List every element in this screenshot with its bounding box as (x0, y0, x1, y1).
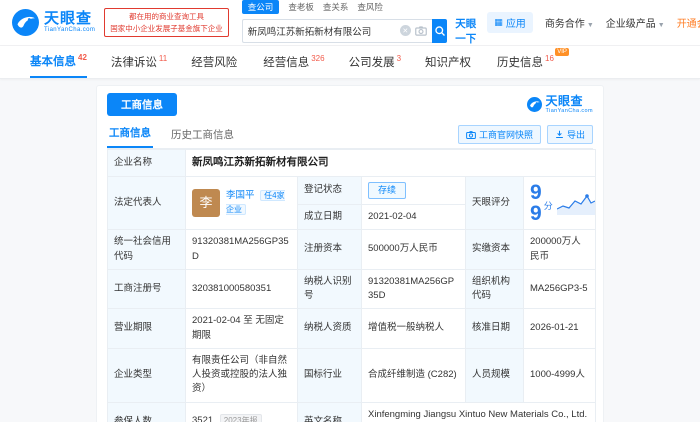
business-info-table: 企业名称 新凤鸣江苏新拓新材有限公司 法定代表人 李 李国平 任4家企业 登记状… (107, 149, 597, 422)
staff-size: 1000-4999人 (522, 347, 597, 403)
search-tab-boss[interactable]: 查老板 (288, 1, 314, 13)
business-term: 2021-02-04 至 无固定期限 (185, 308, 298, 349)
search-tabs: 查公司 查老板 查关系 查风险 (241, 0, 479, 14)
search-box: ✕ (241, 18, 432, 43)
tab-basic-info[interactable]: 基本信息 42 (30, 46, 87, 78)
logo-text: 天眼查 (44, 9, 93, 27)
reg-capital-label: 注册资本 (297, 229, 362, 270)
business-term-label: 营业期限 (107, 308, 186, 349)
tab-legal-proceedings[interactable]: 法律诉讼 11 (111, 46, 167, 78)
staff-size-label: 人员规模 (465, 347, 524, 403)
credit-code: 91320381MA256GP35D (185, 229, 298, 270)
tab-history-business-info[interactable]: 历史工商信息 (169, 124, 236, 148)
brand-slogan: 都在用的商业查询工具 国家中小企业发展子基金旗下企业 (104, 8, 229, 37)
tab-business-info[interactable]: 工商信息 (107, 122, 153, 148)
table-row: 参保人数 3521 2023年报 英文名称 Xinfengming Jiangs… (107, 401, 597, 422)
reg-number: 320381000580351 (185, 268, 298, 310)
vip-badge: VIP (555, 48, 569, 57)
paid-capital-label: 实缴资本 (465, 229, 524, 270)
score-label: 天眼评分 (465, 175, 524, 231)
table-row: 企业名称 新凤鸣江苏新拓新材有限公司 (107, 149, 597, 177)
established-date: 2021-02-04 (361, 204, 466, 231)
menu-enterprise-products[interactable]: 企业级产品 ▼ (606, 15, 665, 30)
tab-intellectual-property[interactable]: 知识产权 (425, 46, 473, 78)
company-name: 新凤鸣江苏新拓新材有限公司 (192, 156, 329, 168)
download-icon (556, 130, 563, 138)
industry-label: 国标行业 (297, 347, 362, 403)
clear-icon[interactable]: ✕ (399, 25, 411, 36)
approval-date-label: 核准日期 (465, 308, 524, 349)
official-snapshot-button[interactable]: 工商官网快照 (457, 125, 541, 144)
search-tab-risk[interactable]: 查风险 (357, 1, 383, 13)
paid-capital: 200000万人民币 (522, 229, 597, 270)
apps-grid-icon: ▦ (494, 17, 503, 27)
status-label: 登记状态 (297, 175, 362, 206)
menu-open-vip[interactable]: 开通会员▼ (677, 15, 700, 30)
search-input[interactable] (247, 25, 396, 36)
chevron-down-icon: ▼ (586, 22, 594, 29)
logo-domain: TianYanCha.com (44, 27, 96, 34)
table-row: 法定代表人 李 李国平 任4家企业 登记状态 存续 天眼评分 99 分 (107, 175, 597, 231)
logo-bird-icon (12, 9, 39, 36)
english-name-label: 英文名称 (297, 401, 362, 422)
status-badge: 存续 (368, 181, 407, 200)
taxpayer-quali: 增值税一般纳税人 (361, 308, 466, 349)
search-icon (434, 25, 445, 36)
legal-rep-link[interactable]: 李国平 (226, 190, 255, 201)
card-watermark-logo: 天眼查 TianYanCha.com (526, 94, 593, 114)
tab-operating-info[interactable]: 经营信息 326 (263, 46, 324, 78)
tianyan-search-link[interactable]: 天眼一下 (455, 16, 478, 46)
header-search: 查公司 查老板 查关系 查风险 ✕ 天眼一下 (241, 0, 479, 46)
table-row: 营业期限 2021-02-04 至 无固定期限 纳税人资质 增值税一般纳税人 核… (107, 308, 597, 349)
taxpayer-id-label: 纳税人识别号 (297, 268, 362, 310)
tianyan-score[interactable]: 99 分 (530, 182, 595, 224)
tab-company-development[interactable]: 公司发展 3 (349, 46, 401, 78)
taxpayer-id: 91320381MA256GP35D (361, 268, 466, 310)
menu-business-cooperation[interactable]: 商务合作 ▼ (545, 15, 594, 30)
search-button[interactable] (431, 18, 448, 43)
established-label: 成立日期 (297, 204, 362, 231)
industry: 合成纤维制造 (C282) (361, 347, 466, 403)
legal-rep-avatar[interactable]: 李 (192, 189, 220, 218)
header-menu: ▦ 应用 商务合作▼ 企业级产品▼ 开通会员▼ 消息▼ (487, 12, 700, 33)
org-code-label: 组织机构代码 (465, 268, 524, 310)
tab-operating-risk[interactable]: 经营风险 (191, 46, 239, 78)
insured-label: 参保人数 (107, 401, 186, 422)
logo-bird-icon (526, 96, 542, 112)
company-nav-tabs: 基本信息 42 法律诉讼 11 经营风险 经营信息 326 公司发展 3 知识产权 历史… (0, 46, 700, 79)
top-header: 天眼查 TianYanCha.com 都在用的商业查询工具 国家中小企业发展子基… (0, 0, 700, 46)
english-name: Xinfengming Jiangsu Xintuo New Materials… (368, 408, 588, 420)
table-row: 工商注册号 320381000580351 纳税人识别号 91320381MA2… (107, 268, 597, 310)
business-info-card: 工商信息 天眼查 TianYanCha.com 工商信息 历史工商信息 工商官网… (96, 85, 604, 422)
company-type-label: 企业类型 (107, 347, 186, 403)
insured-count: 3521 (192, 415, 214, 422)
company-name-label: 企业名称 (107, 149, 186, 177)
table-row: 企业类型 有限责任公司（非自然人投资或控股的法人独资） 国标行业 合成纤维制造 … (107, 347, 597, 403)
org-code: MA256GP3-5 (522, 268, 597, 310)
company-type: 有限责任公司（非自然人投资或控股的法人独资） (185, 347, 298, 403)
approval-date: 2026-01-21 (522, 308, 597, 349)
search-tab-relation[interactable]: 查关系 (323, 1, 349, 13)
camera-search-icon[interactable] (414, 25, 427, 37)
section-title-pill: 工商信息 (107, 93, 177, 116)
chevron-down-icon: ▼ (657, 22, 665, 29)
search-tab-company[interactable]: 查公司 (241, 0, 280, 14)
score-sparkline-chart (556, 194, 595, 216)
reg-number-label: 工商注册号 (107, 268, 186, 310)
page-content: 工商信息 天眼查 TianYanCha.com 工商信息 历史工商信息 工商官网… (0, 79, 700, 422)
export-button[interactable]: 导出 (546, 125, 593, 144)
credit-code-label: 统一社会信用代码 (107, 229, 186, 270)
snapshot-camera-icon (466, 130, 476, 139)
tab-history-info[interactable]: 历史信息 16 VIP (497, 46, 569, 78)
legal-rep-label: 法定代表人 (107, 175, 186, 231)
insured-report-tag: 2023年报 (219, 414, 262, 422)
tianyancha-logo[interactable]: 天眼查 TianYanCha.com (12, 9, 95, 36)
table-row: 统一社会信用代码 91320381MA256GP35D 注册资本 500000万… (107, 229, 597, 270)
taxpayer-quali-label: 纳税人资质 (297, 308, 362, 349)
reg-capital: 500000万人民币 (361, 229, 466, 270)
menu-apps[interactable]: ▦ 应用 (487, 12, 533, 33)
